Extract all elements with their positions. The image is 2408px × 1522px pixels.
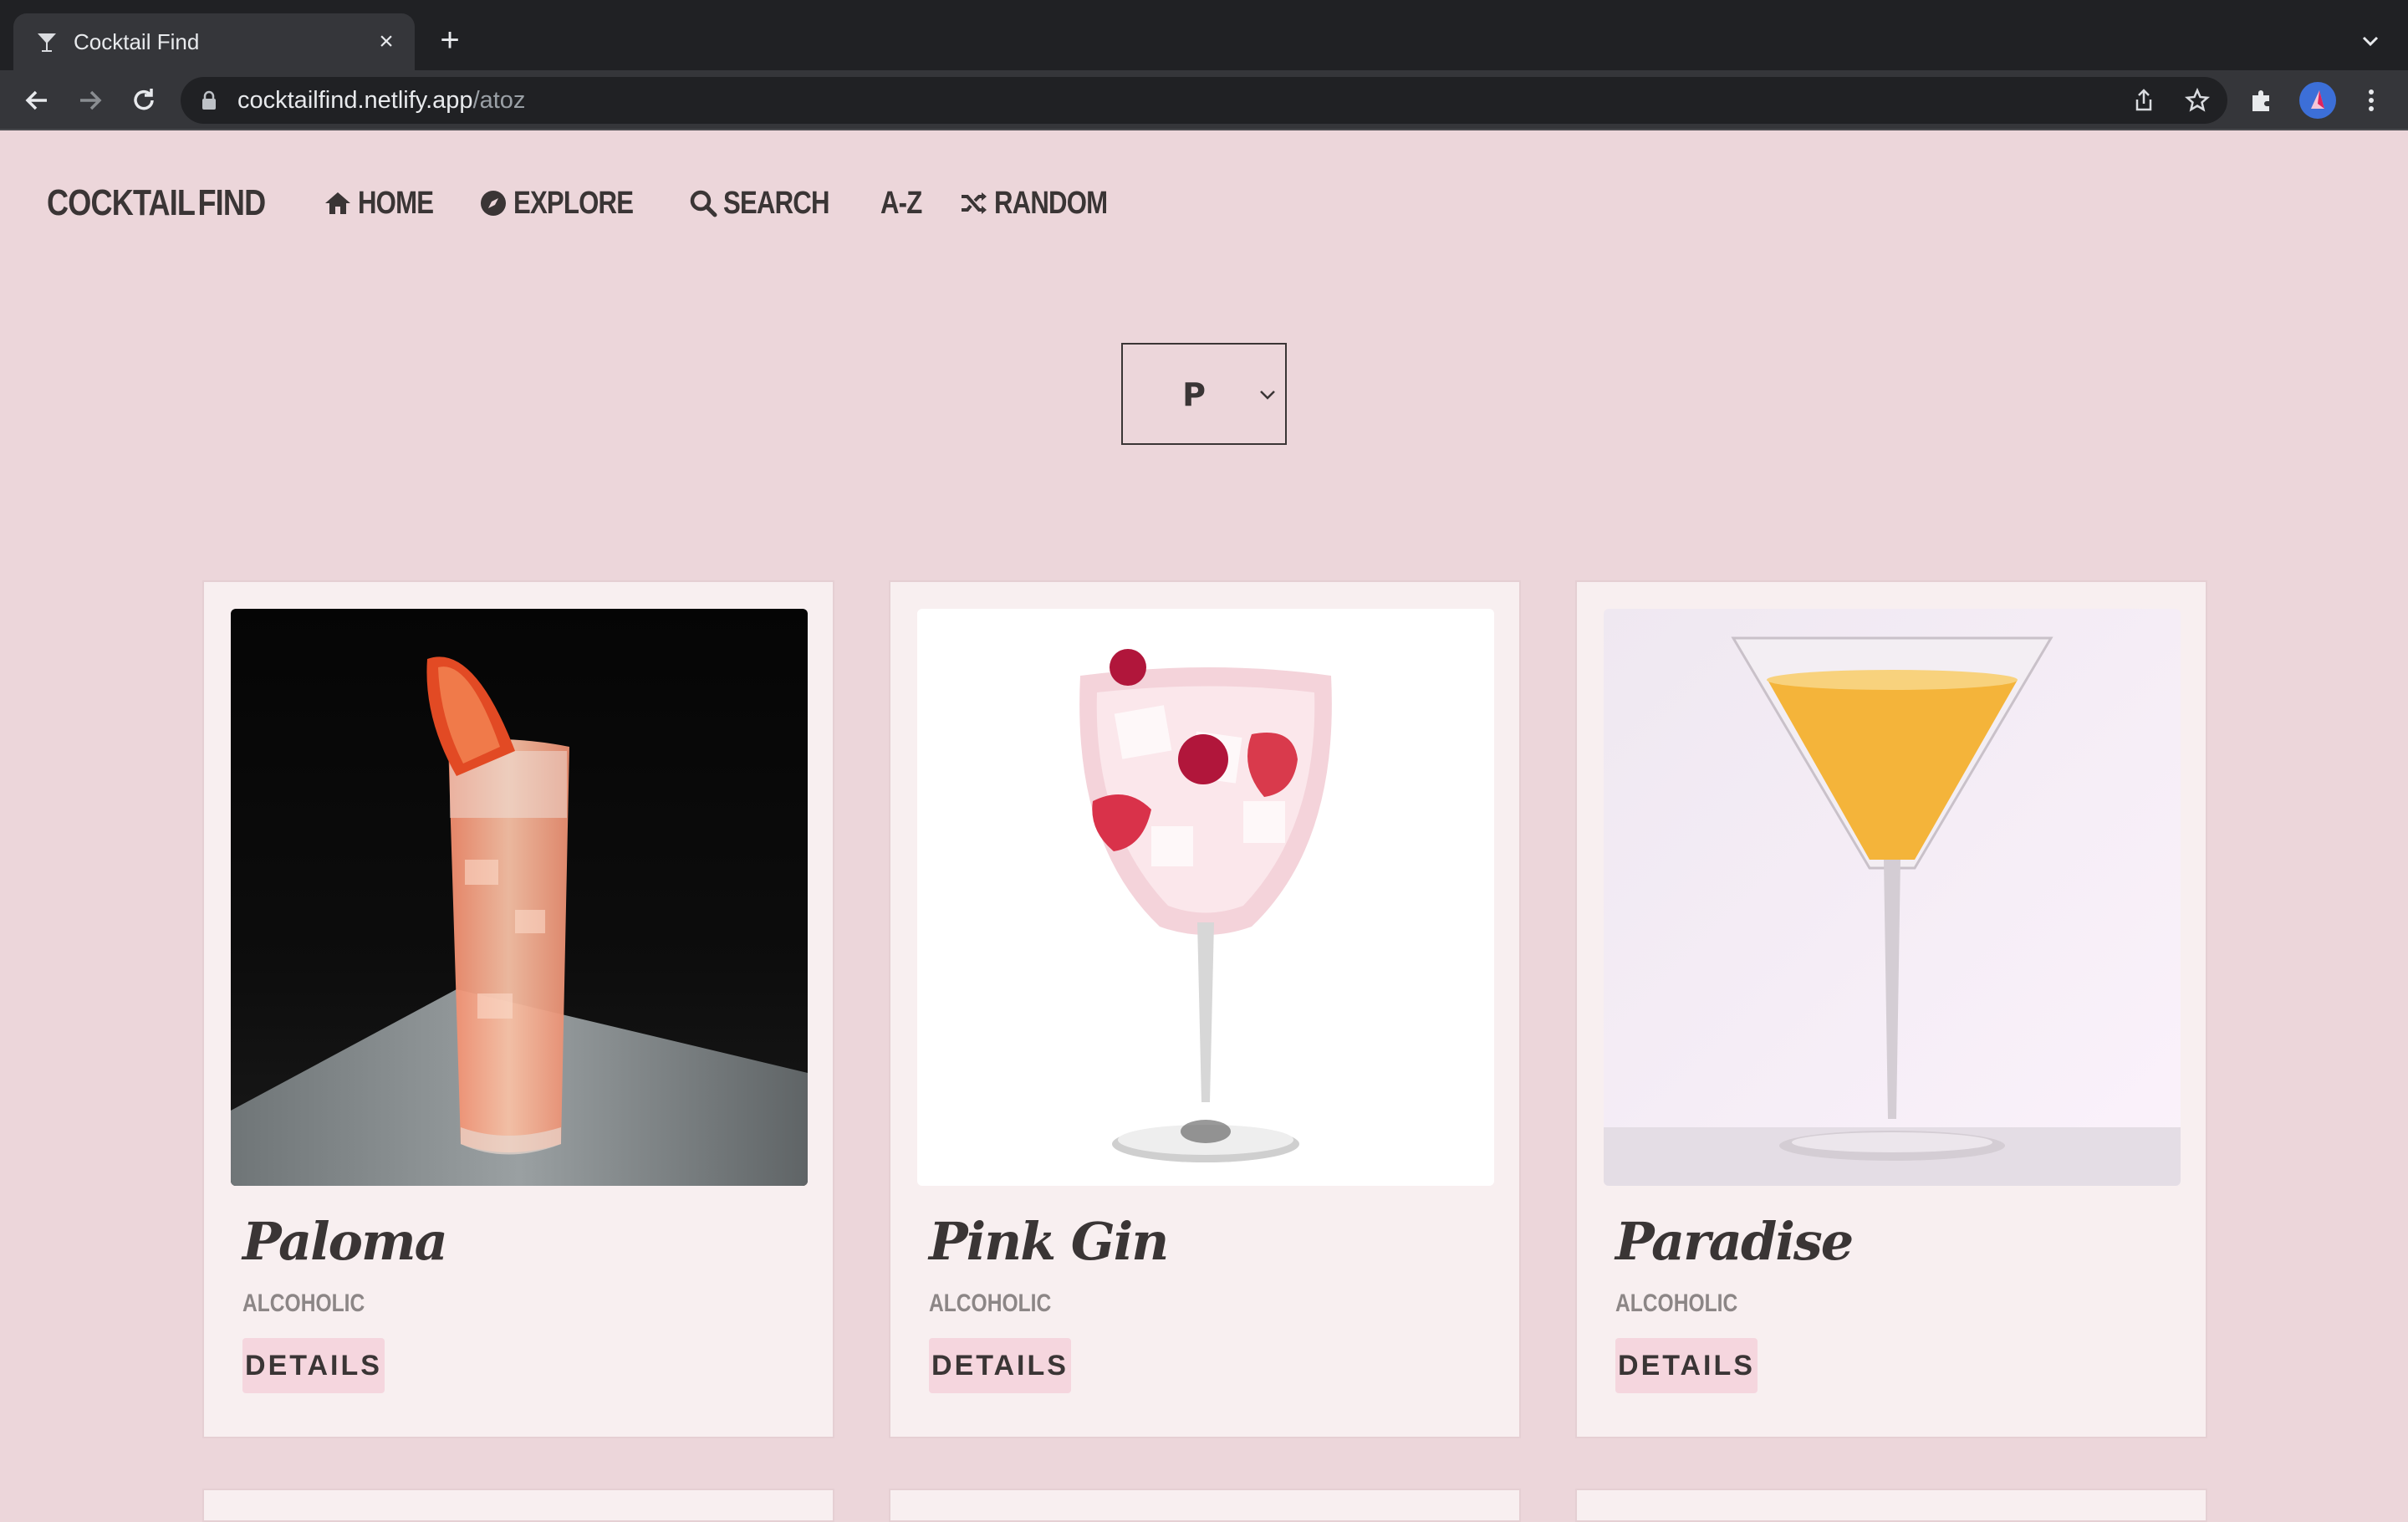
- new-tab-icon[interactable]: +: [435, 23, 465, 57]
- nav-random-label: RANDOM: [994, 185, 1108, 221]
- shuffle-icon: [962, 192, 987, 214]
- browser-toolbar: cocktailfind.netlify.app/atoz: [0, 70, 2408, 130]
- details-button[interactable]: DETAILS: [1615, 1338, 1758, 1393]
- profile-avatar[interactable]: [2299, 82, 2336, 119]
- nav-search-link[interactable]: SEARCH: [688, 186, 852, 222]
- reload-icon[interactable]: [129, 85, 159, 115]
- main-nav: COCKTAIL FIND HOME EXPLORE SEARCH A-Z RA…: [47, 174, 1161, 232]
- tab-search-chevron-icon[interactable]: [2358, 28, 2383, 54]
- nav-explore-label: EXPLORE: [513, 185, 634, 221]
- browser-tab-bar: Cocktail Find × +: [0, 0, 2408, 70]
- nav-search-label: SEARCH: [722, 185, 829, 221]
- home-icon: [325, 192, 350, 214]
- bookmark-star-icon[interactable]: [2184, 87, 2211, 114]
- letter-select[interactable]: P: [1121, 343, 1287, 445]
- cocktail-card-next-row: [202, 1489, 834, 1522]
- profile-avatar-icon: [2311, 90, 2324, 109]
- cocktail-image[interactable]: [1604, 609, 2181, 1186]
- cocktail-title: Paloma: [242, 1211, 448, 1272]
- nav-explore-link[interactable]: EXPLORE: [478, 186, 660, 222]
- letter-select-value: P: [1182, 376, 1206, 413]
- cocktail-card-next-row: [1575, 1489, 2207, 1522]
- chevron-down-icon: [1260, 391, 1275, 400]
- browser-menu-icon[interactable]: [2356, 85, 2386, 115]
- lock-icon[interactable]: [201, 90, 217, 110]
- cocktail-card: Pink Gin ALCOHOLIC DETAILS: [889, 580, 1521, 1438]
- tab-title: Cocktail Find: [74, 29, 200, 54]
- logo-text-right: FIND: [197, 182, 266, 223]
- pink-gin-drink-image: [917, 609, 1494, 1186]
- nav-atoz-label: A-Z: [880, 185, 922, 221]
- nav-home-link[interactable]: HOME: [323, 186, 450, 222]
- logo-text-left: COCKTAIL: [47, 182, 196, 223]
- cocktail-type: ALCOHOLIC: [1615, 1290, 1738, 1317]
- nav-random-link[interactable]: RANDOM: [959, 186, 1132, 222]
- details-button[interactable]: DETAILS: [929, 1338, 1071, 1393]
- details-button[interactable]: DETAILS: [242, 1338, 385, 1393]
- cocktail-title: Paradise: [1615, 1211, 1854, 1272]
- nav-atoz-link[interactable]: A-Z: [880, 186, 931, 222]
- forward-arrow-icon[interactable]: [75, 85, 105, 115]
- cocktail-card: Paloma ALCOHOLIC DETAILS: [202, 580, 834, 1438]
- cocktail-type: ALCOHOLIC: [929, 1290, 1052, 1317]
- cocktail-image[interactable]: [917, 609, 1494, 1186]
- cocktail-card: Paradise ALCOHOLIC DETAILS: [1575, 580, 2207, 1438]
- cocktail-image[interactable]: [231, 609, 808, 1186]
- page-content: COCKTAIL FIND HOME EXPLORE SEARCH A-Z RA…: [0, 132, 2408, 1522]
- nav-home-label: HOME: [358, 185, 434, 221]
- back-arrow-icon[interactable]: [22, 85, 52, 115]
- paloma-drink-image: [231, 609, 808, 1186]
- tab-close-icon[interactable]: ×: [373, 28, 400, 55]
- cocktail-favicon-icon: [38, 33, 56, 52]
- cocktail-type: ALCOHOLIC: [242, 1290, 365, 1317]
- cocktail-card-next-row: [889, 1489, 1521, 1522]
- compass-icon: [481, 191, 506, 216]
- url-text: cocktailfind.netlify.app/atoz: [237, 87, 526, 114]
- extensions-puzzle-icon[interactable]: [2247, 85, 2278, 115]
- site-logo[interactable]: COCKTAIL FIND: [47, 181, 266, 225]
- paradise-drink-image: [1604, 609, 2181, 1186]
- search-icon: [690, 190, 717, 217]
- nav-links: HOME EXPLORE SEARCH A-Z RANDOM: [323, 186, 1161, 222]
- address-bar[interactable]: cocktailfind.netlify.app/atoz: [181, 77, 2227, 124]
- browser-tab[interactable]: Cocktail Find ×: [13, 13, 415, 70]
- share-icon[interactable]: [2130, 87, 2157, 114]
- cocktail-title: Pink Gin: [929, 1211, 1169, 1272]
